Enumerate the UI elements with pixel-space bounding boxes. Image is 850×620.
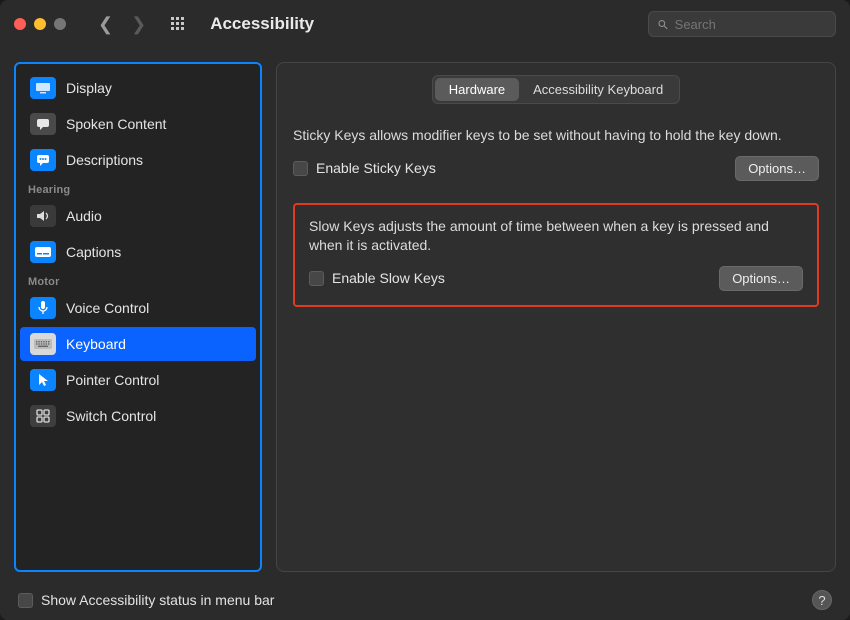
sidebar-item-keyboard[interactable]: Keyboard — [20, 327, 256, 361]
sticky-keys-description: Sticky Keys allows modifier keys to be s… — [293, 126, 819, 146]
sidebar-item-label: Captions — [66, 244, 121, 260]
sticky-keys-section: Sticky Keys allows modifier keys to be s… — [293, 126, 819, 181]
sidebar-item-label: Switch Control — [66, 408, 156, 424]
keyboard-icon — [30, 333, 56, 355]
window-title: Accessibility — [210, 14, 314, 34]
sidebar-item-label: Pointer Control — [66, 372, 159, 388]
sidebar-item-audio[interactable]: Audio — [20, 199, 256, 233]
search-field[interactable] — [648, 11, 836, 37]
help-button[interactable]: ? — [812, 590, 832, 610]
nav-buttons: ❮ ❯ — [98, 15, 146, 33]
sticky-keys-checkbox-label: Enable Sticky Keys — [316, 160, 436, 176]
traffic-lights — [14, 18, 66, 30]
sidebar-item-label: Audio — [66, 208, 102, 224]
sidebar-item-display[interactable]: Display — [20, 71, 256, 105]
slow-keys-checkbox[interactable] — [309, 271, 324, 286]
sidebar-item-captions[interactable]: Captions — [20, 235, 256, 269]
pointer-icon — [30, 369, 56, 391]
sidebar: Display Spoken Content Descriptions Hear… — [14, 62, 262, 572]
sidebar-category-motor: Motor — [16, 270, 260, 290]
tab-hardware[interactable]: Hardware — [435, 78, 519, 101]
search-icon — [657, 18, 669, 31]
sticky-keys-options-button[interactable]: Options… — [735, 156, 819, 181]
prefs-window: ❮ ❯ Accessibility Display — [0, 0, 850, 620]
sidebar-item-label: Keyboard — [66, 336, 126, 352]
menubar-status-label: Show Accessibility status in menu bar — [41, 592, 274, 608]
slow-keys-section: Slow Keys adjusts the amount of time bet… — [293, 203, 819, 307]
speaker-icon — [30, 205, 56, 227]
display-icon — [30, 77, 56, 99]
zoom-window-button[interactable] — [54, 18, 66, 30]
sidebar-item-label: Voice Control — [66, 300, 149, 316]
panel-tabs: Hardware Accessibility Keyboard — [432, 75, 680, 104]
sidebar-item-switch-control[interactable]: Switch Control — [20, 399, 256, 433]
sidebar-item-pointer-control[interactable]: Pointer Control — [20, 363, 256, 397]
search-input[interactable] — [675, 17, 827, 32]
sidebar-item-label: Display — [66, 80, 112, 96]
menubar-status-checkbox[interactable] — [18, 593, 33, 608]
sidebar-item-label: Descriptions — [66, 152, 143, 168]
footer: Show Accessibility status in menu bar ? — [0, 580, 850, 620]
sidebar-item-label: Spoken Content — [66, 116, 166, 132]
speech-bubble-icon — [30, 113, 56, 135]
close-window-button[interactable] — [14, 18, 26, 30]
slow-keys-description: Slow Keys adjusts the amount of time bet… — [309, 217, 803, 256]
show-all-icon[interactable] — [170, 16, 186, 32]
microphone-icon — [30, 297, 56, 319]
captions-icon — [30, 241, 56, 263]
sidebar-item-voice-control[interactable]: Voice Control — [20, 291, 256, 325]
sticky-keys-checkbox[interactable] — [293, 161, 308, 176]
sidebar-item-spoken-content[interactable]: Spoken Content — [20, 107, 256, 141]
back-button[interactable]: ❮ — [98, 15, 113, 33]
sidebar-item-descriptions[interactable]: Descriptions — [20, 143, 256, 177]
switch-control-icon — [30, 405, 56, 427]
sidebar-category-hearing: Hearing — [16, 178, 260, 198]
settings-panel: Hardware Accessibility Keyboard Sticky K… — [276, 62, 836, 572]
minimize-window-button[interactable] — [34, 18, 46, 30]
forward-button[interactable]: ❯ — [131, 15, 146, 33]
slow-keys-options-button[interactable]: Options… — [719, 266, 803, 291]
descriptions-icon — [30, 149, 56, 171]
titlebar: ❮ ❯ Accessibility — [0, 0, 850, 48]
tab-accessibility-keyboard[interactable]: Accessibility Keyboard — [519, 78, 677, 101]
slow-keys-checkbox-label: Enable Slow Keys — [332, 270, 445, 286]
